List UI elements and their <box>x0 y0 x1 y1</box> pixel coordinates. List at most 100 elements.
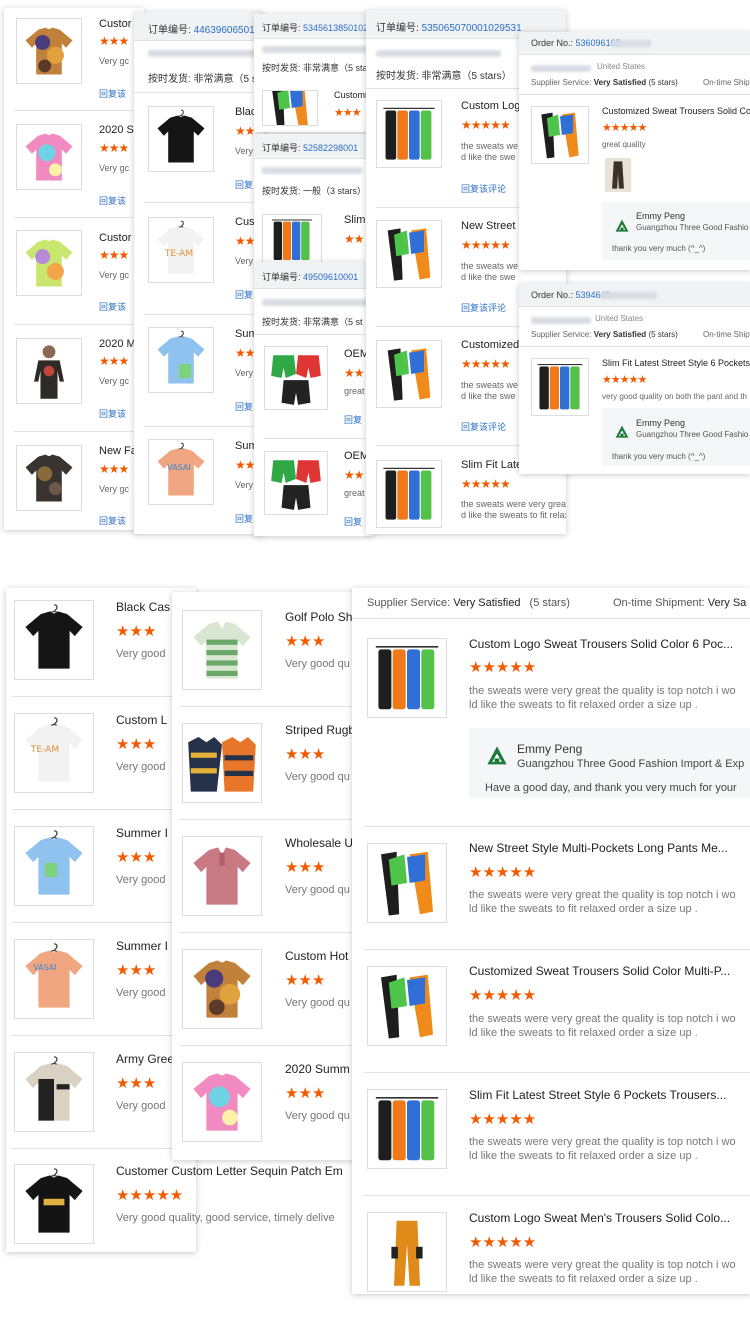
review-text: Very good qu <box>285 997 350 1009</box>
rating-stars: ★★★ <box>285 1085 326 1102</box>
reply-link[interactable]: 回复该 <box>99 194 126 207</box>
order-number[interactable]: 44639606501 <box>194 25 255 36</box>
bottom-panel-1-last-row: Customer Custom Letter Sequin Patch Em ★… <box>6 1148 352 1252</box>
product-image <box>376 340 442 408</box>
review-text: the sweats we <box>461 261 519 271</box>
product-title: Summer I <box>116 826 169 840</box>
divider <box>14 110 144 111</box>
reply-text: thank you very much (^_^) <box>612 244 706 253</box>
reply-link[interactable]: 回复 <box>235 288 253 301</box>
review-text: the sweats were very great the quality i… <box>469 685 736 697</box>
divider <box>144 314 264 315</box>
supplier-value: Very Satisfied <box>593 78 647 87</box>
divider <box>264 438 374 439</box>
divider <box>14 324 144 325</box>
divider <box>14 217 144 218</box>
reply-link[interactable]: 回复该 <box>99 514 126 527</box>
reply-company: Guangzhou Three Good Fashio <box>636 223 749 232</box>
review-text: Very good qu <box>285 658 350 670</box>
review-text: Very good <box>116 648 166 660</box>
buyer-name-blurred <box>262 46 367 53</box>
reply-link[interactable]: 回复该评论 <box>461 301 506 314</box>
reply-link[interactable]: 回复该 <box>99 300 126 313</box>
rating-stars: ★★★ <box>334 107 362 119</box>
ontime-label: On-time Shipment: <box>613 597 705 609</box>
product-title: Customized Sweat Trousers Solid Color Mu… <box>469 964 731 978</box>
review-text: ld like the sweats to fit relaxed order … <box>469 1027 698 1039</box>
rating-stars: ★★★★★ <box>461 357 511 371</box>
reply-link[interactable]: 回复 <box>235 178 253 191</box>
reply-name: Emmy Peng <box>636 211 686 221</box>
reply-link[interactable]: 回复 <box>235 400 253 413</box>
rating-stars: ★★ <box>235 124 255 138</box>
divider <box>12 922 196 923</box>
svg-text:TE-AM: TE-AM <box>30 745 59 755</box>
reply-link[interactable]: 回复 <box>235 512 253 525</box>
reply-text: thank you very much (^_^) <box>612 452 706 461</box>
rating-stars: ★★★ <box>116 962 157 979</box>
review-text: the sweats were very great the quality i… <box>469 1136 736 1148</box>
reply-link[interactable]: 回复该 <box>99 407 126 420</box>
reply-link[interactable]: 回复 <box>344 515 362 528</box>
order-number-blurred <box>611 40 651 47</box>
order-number[interactable]: 535065070001029531 <box>422 23 522 34</box>
rating-stars: ★★ <box>344 366 364 380</box>
product-title: Wholesale U <box>285 836 354 850</box>
divider <box>134 92 264 93</box>
product-image <box>14 600 94 680</box>
review-text: great quality <box>602 140 646 149</box>
reply-name: Emmy Peng <box>636 418 686 428</box>
ontime-label: On-time Shipt <box>703 330 750 339</box>
reply-link[interactable]: 回复该评论 <box>461 420 506 433</box>
review-text: the sweats were very great the quality i… <box>469 889 736 901</box>
supplier-stars: (5 stars) <box>648 330 678 339</box>
rating-stars: ★★★ <box>285 746 326 763</box>
divider <box>180 819 362 820</box>
rating-stars: ★★ <box>235 234 255 248</box>
review-text: Very <box>235 480 254 490</box>
review-text: the sweats were very great the quality i… <box>461 499 566 509</box>
rating-stars: ★★★★★ <box>461 477 511 491</box>
rating-stars: ★★ <box>235 346 255 360</box>
divider <box>12 696 196 697</box>
ontime-value: Very Sa <box>707 597 747 609</box>
order-number[interactable]: 534561385010285 <box>303 23 374 33</box>
product-title: Customer Custom Letter Sequin Patch Em <box>116 1164 343 1178</box>
supplier-stars: (5 stars) <box>529 597 570 609</box>
buyer-country: United States <box>595 314 644 323</box>
product-image: TE-AM <box>14 713 94 793</box>
order-label: 订单编号: <box>262 272 301 282</box>
reply-link[interactable]: 回复 <box>344 413 362 426</box>
order-label: Order No.: <box>531 38 574 48</box>
review-text: Very good <box>116 874 166 886</box>
order-number[interactable]: 49509610001 <box>303 272 358 282</box>
product-image <box>16 338 82 404</box>
rating-stars: ★★★ <box>116 623 157 640</box>
supplier-value: Very Satisfied <box>453 597 521 609</box>
reply-link[interactable]: 回复该评论 <box>461 182 506 195</box>
order-number[interactable]: 52582298001 <box>303 143 358 153</box>
product-image <box>182 1062 262 1142</box>
review-text: d like the swe <box>461 152 516 162</box>
review-panel-3a: 订单编号: 534561385010285 按时发货: 非常满意（5 stars… <box>254 14 374 132</box>
product-title: 2020 S <box>99 124 134 136</box>
review-panel-3b: 订单编号: 52582298001 按时发货: 一般（3 stars） Slim… <box>254 134 374 264</box>
product-image <box>14 1052 94 1132</box>
divider <box>12 1035 196 1036</box>
review-panel-3c: 订单编号: 49509610001 按时发货: 非常满意（5 st OEM ★★… <box>254 262 374 536</box>
product-title: Slim Fit Latest Street Style 6 Pockets T… <box>469 1088 727 1102</box>
reply-company: Guangzhou Three Good Fashion Import & Ex… <box>517 758 745 770</box>
review-photo <box>605 158 631 192</box>
divider <box>364 1072 750 1073</box>
product-image <box>182 836 262 916</box>
reply-link[interactable]: 回复该 <box>99 87 126 100</box>
product-title: Summer I <box>116 939 169 953</box>
review-text: the sweats we <box>461 380 519 390</box>
product-title: New Street Style Multi-Pockets Long Pant… <box>469 841 728 855</box>
review-text: ld like the sweats to fit relaxed order … <box>469 699 698 711</box>
product-image <box>531 358 589 416</box>
order-label: Order No.: <box>531 290 574 300</box>
rating-stars: ★★★ <box>99 141 129 155</box>
review-text: Very gc <box>99 376 130 386</box>
rating-stars: ★★★★★ <box>469 1234 537 1251</box>
